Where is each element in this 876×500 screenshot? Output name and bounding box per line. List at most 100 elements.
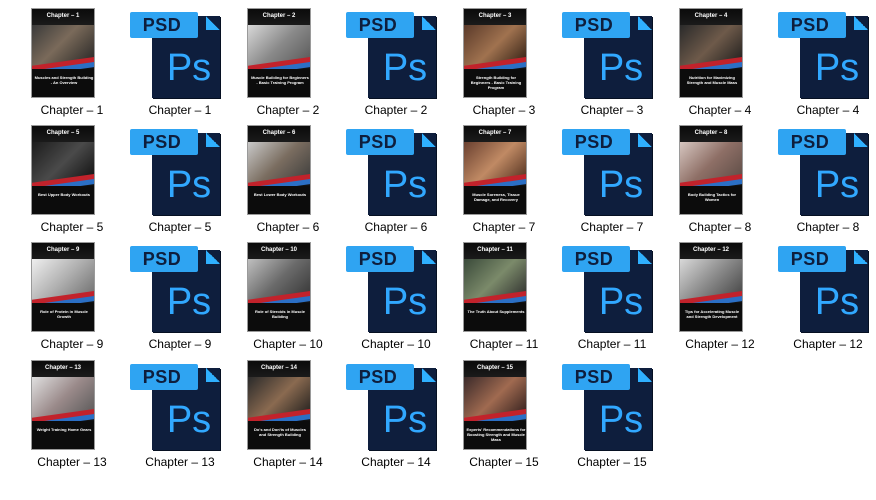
psd-tab-text: PSD xyxy=(358,367,398,387)
file-item-psd[interactable]: PSD Ps Chapter – 6 xyxy=(344,125,448,239)
ps-logo-text: Ps xyxy=(814,47,860,89)
photoshop-file-icon: PSD Ps xyxy=(346,244,440,332)
file-item-image[interactable]: Chapter – 9 Role of Protein in Muscle Gro… xyxy=(20,242,124,356)
cover-subtitle: Best Lower Body Workouts xyxy=(253,192,307,197)
file-name-label[interactable]: Chapter – 14 xyxy=(344,455,448,469)
file-item-psd[interactable]: PSD Ps Chapter – 3 xyxy=(560,8,664,122)
file-name-label[interactable]: Chapter – 2 xyxy=(236,103,340,117)
file-item-psd[interactable]: PSD Ps Chapter – 14 xyxy=(344,360,448,474)
file-name-label[interactable]: Chapter – 6 xyxy=(236,220,340,234)
image-icon: Chapter – 1 Muscles and Strength Building… xyxy=(31,8,95,98)
cover-subtitle: Weight Training Home Gears xyxy=(36,427,92,432)
image-icon: Chapter – 4 Nutrition for Maximizing Stre… xyxy=(679,8,743,98)
file-name-label[interactable]: Chapter – 10 xyxy=(344,337,448,351)
file-item-image[interactable]: Chapter – 13 Weight Training Home Gears Ch… xyxy=(20,360,124,474)
cover-subtitle: Muscles and Strength Building - An Overv… xyxy=(34,75,94,85)
file-item-image[interactable]: Chapter – 7 Muscle Soreness, Tissue Damag… xyxy=(452,125,556,239)
psd-tab-text: PSD xyxy=(574,132,614,152)
psd-tab-text: PSD xyxy=(358,249,398,269)
file-name-label[interactable]: Chapter – 8 xyxy=(668,220,772,234)
file-item-psd[interactable]: PSD Ps Chapter – 12 xyxy=(776,242,876,356)
file-item-image[interactable]: Chapter – 2 Muscle Building for Beginners… xyxy=(236,8,340,122)
image-icon: Chapter – 10 Role of Steroids in Muscle B… xyxy=(247,242,311,332)
ps-logo-text: Ps xyxy=(166,281,212,323)
file-name-label[interactable]: Chapter – 12 xyxy=(776,337,876,351)
file-name-label[interactable]: Chapter – 4 xyxy=(668,103,772,117)
cover-subtitle: Nutrition for Maximizing Strength and Mu… xyxy=(686,75,738,85)
file-item-image[interactable]: Chapter – 14 Do's and Don'ts of Muscles a… xyxy=(236,360,340,474)
photoshop-file-icon: PSD Ps xyxy=(130,244,224,332)
photoshop-file-icon: PSD Ps xyxy=(130,10,224,98)
cover-subtitle: Role of Steroids in Muscle Building xyxy=(254,309,305,319)
file-item-psd[interactable]: PSD Ps Chapter – 7 xyxy=(560,125,664,239)
ps-logo-text: Ps xyxy=(166,164,212,206)
cover-title: Chapter – 8 xyxy=(694,130,728,136)
file-item-image[interactable]: Chapter – 8 Body Building Tactics for Wom… xyxy=(668,125,772,239)
file-name-label[interactable]: Chapter – 7 xyxy=(452,220,556,234)
file-name-label[interactable]: Chapter – 9 xyxy=(128,337,232,351)
file-name-label[interactable]: Chapter – 13 xyxy=(128,455,232,469)
cover-title: Chapter – 14 xyxy=(260,365,297,371)
file-item-psd[interactable]: PSD Ps Chapter – 9 xyxy=(128,242,232,356)
file-name-label[interactable]: Chapter – 1 xyxy=(20,103,124,117)
psd-tab-text: PSD xyxy=(574,249,614,269)
psd-tab-text: PSD xyxy=(358,132,398,152)
cover-subtitle: Body Building Tactics for Women xyxy=(687,192,737,202)
file-name-label[interactable]: Chapter – 9 xyxy=(20,337,124,351)
file-item-psd[interactable]: PSD Ps Chapter – 1 xyxy=(128,8,232,122)
file-item-psd[interactable]: PSD Ps Chapter – 11 xyxy=(560,242,664,356)
file-item-psd[interactable]: PSD Ps Chapter – 10 xyxy=(344,242,448,356)
file-item-image[interactable]: Chapter – 10 Role of Steroids in Muscle B… xyxy=(236,242,340,356)
psd-tab-text: PSD xyxy=(142,15,182,35)
file-item-image[interactable]: Chapter – 6 Best Lower Body Workouts Chapt… xyxy=(236,125,340,239)
file-item-psd[interactable]: PSD Ps Chapter – 2 xyxy=(344,8,448,122)
file-name-label[interactable]: Chapter – 15 xyxy=(560,455,664,469)
file-name-label[interactable]: Chapter – 1 xyxy=(128,103,232,117)
file-item-image[interactable]: Chapter – 5 Best Upper Body Workouts Chapt… xyxy=(20,125,124,239)
file-item-image[interactable]: Chapter – 4 Nutrition for Maximizing Stre… xyxy=(668,8,772,122)
file-name-label[interactable]: Chapter – 4 xyxy=(776,103,876,117)
file-name-label[interactable]: Chapter – 5 xyxy=(20,220,124,234)
file-name-label[interactable]: Chapter – 12 xyxy=(668,337,772,351)
file-item-psd[interactable]: PSD Ps Chapter – 5 xyxy=(128,125,232,239)
file-item-image[interactable]: Chapter – 11 The Truth About Supplements C… xyxy=(452,242,556,356)
file-name-label[interactable]: Chapter – 6 xyxy=(344,220,448,234)
cover-title: Chapter – 4 xyxy=(694,13,728,19)
photoshop-file-icon: PSD Ps xyxy=(130,127,224,215)
file-name-label[interactable]: Chapter – 14 xyxy=(236,455,340,469)
file-name-label[interactable]: Chapter – 10 xyxy=(236,337,340,351)
ps-logo-text: Ps xyxy=(382,399,428,441)
file-item-image[interactable]: Chapter – 1 Muscles and Strength Building… xyxy=(20,8,124,122)
ps-logo-text: Ps xyxy=(382,164,428,206)
file-name-label[interactable]: Chapter – 15 xyxy=(452,455,556,469)
image-icon: Chapter – 15 Experts' Recommendations for… xyxy=(463,360,527,450)
file-item-image[interactable]: Chapter – 12 Tips for Accelerating Muscle… xyxy=(668,242,772,356)
file-item-image[interactable]: Chapter – 15 Experts' Recommendations for… xyxy=(452,360,556,474)
file-name-label[interactable]: Chapter – 11 xyxy=(452,337,556,351)
file-name-label[interactable]: Chapter – 3 xyxy=(560,103,664,117)
file-item-psd[interactable]: PSD Ps Chapter – 8 xyxy=(776,125,876,239)
file-item-image[interactable]: Chapter – 3 Strength Building for Beginne… xyxy=(452,8,556,122)
file-name-label[interactable]: Chapter – 11 xyxy=(560,337,664,351)
file-name-label[interactable]: Chapter – 3 xyxy=(452,103,556,117)
file-item-psd[interactable]: PSD Ps Chapter – 13 xyxy=(128,360,232,474)
psd-tab-text: PSD xyxy=(574,15,614,35)
cover-title: Chapter – 12 xyxy=(692,247,729,253)
file-name-label[interactable]: Chapter – 7 xyxy=(560,220,664,234)
cover-title: Chapter – 3 xyxy=(478,13,512,19)
file-item-psd[interactable]: PSD Ps Chapter – 15 xyxy=(560,360,664,474)
cover-subtitle: Experts' Recommendations for Boosting St… xyxy=(466,427,526,442)
file-name-label[interactable]: Chapter – 5 xyxy=(128,220,232,234)
cover-subtitle: Role of Protein in Muscle Growth xyxy=(40,309,88,319)
psd-tab-text: PSD xyxy=(142,249,182,269)
file-name-label[interactable]: Chapter – 8 xyxy=(776,220,876,234)
cover-title: Chapter – 9 xyxy=(46,247,80,253)
file-name-label[interactable]: Chapter – 13 xyxy=(20,455,124,469)
photoshop-file-icon: PSD Ps xyxy=(778,10,872,98)
psd-tab-text: PSD xyxy=(574,367,614,387)
cover-title: Chapter – 10 xyxy=(260,247,297,253)
file-item-psd[interactable]: PSD Ps Chapter – 4 xyxy=(776,8,876,122)
cover-title: Chapter – 6 xyxy=(262,130,296,136)
file-name-label[interactable]: Chapter – 2 xyxy=(344,103,448,117)
photoshop-file-icon: PSD Ps xyxy=(346,127,440,215)
